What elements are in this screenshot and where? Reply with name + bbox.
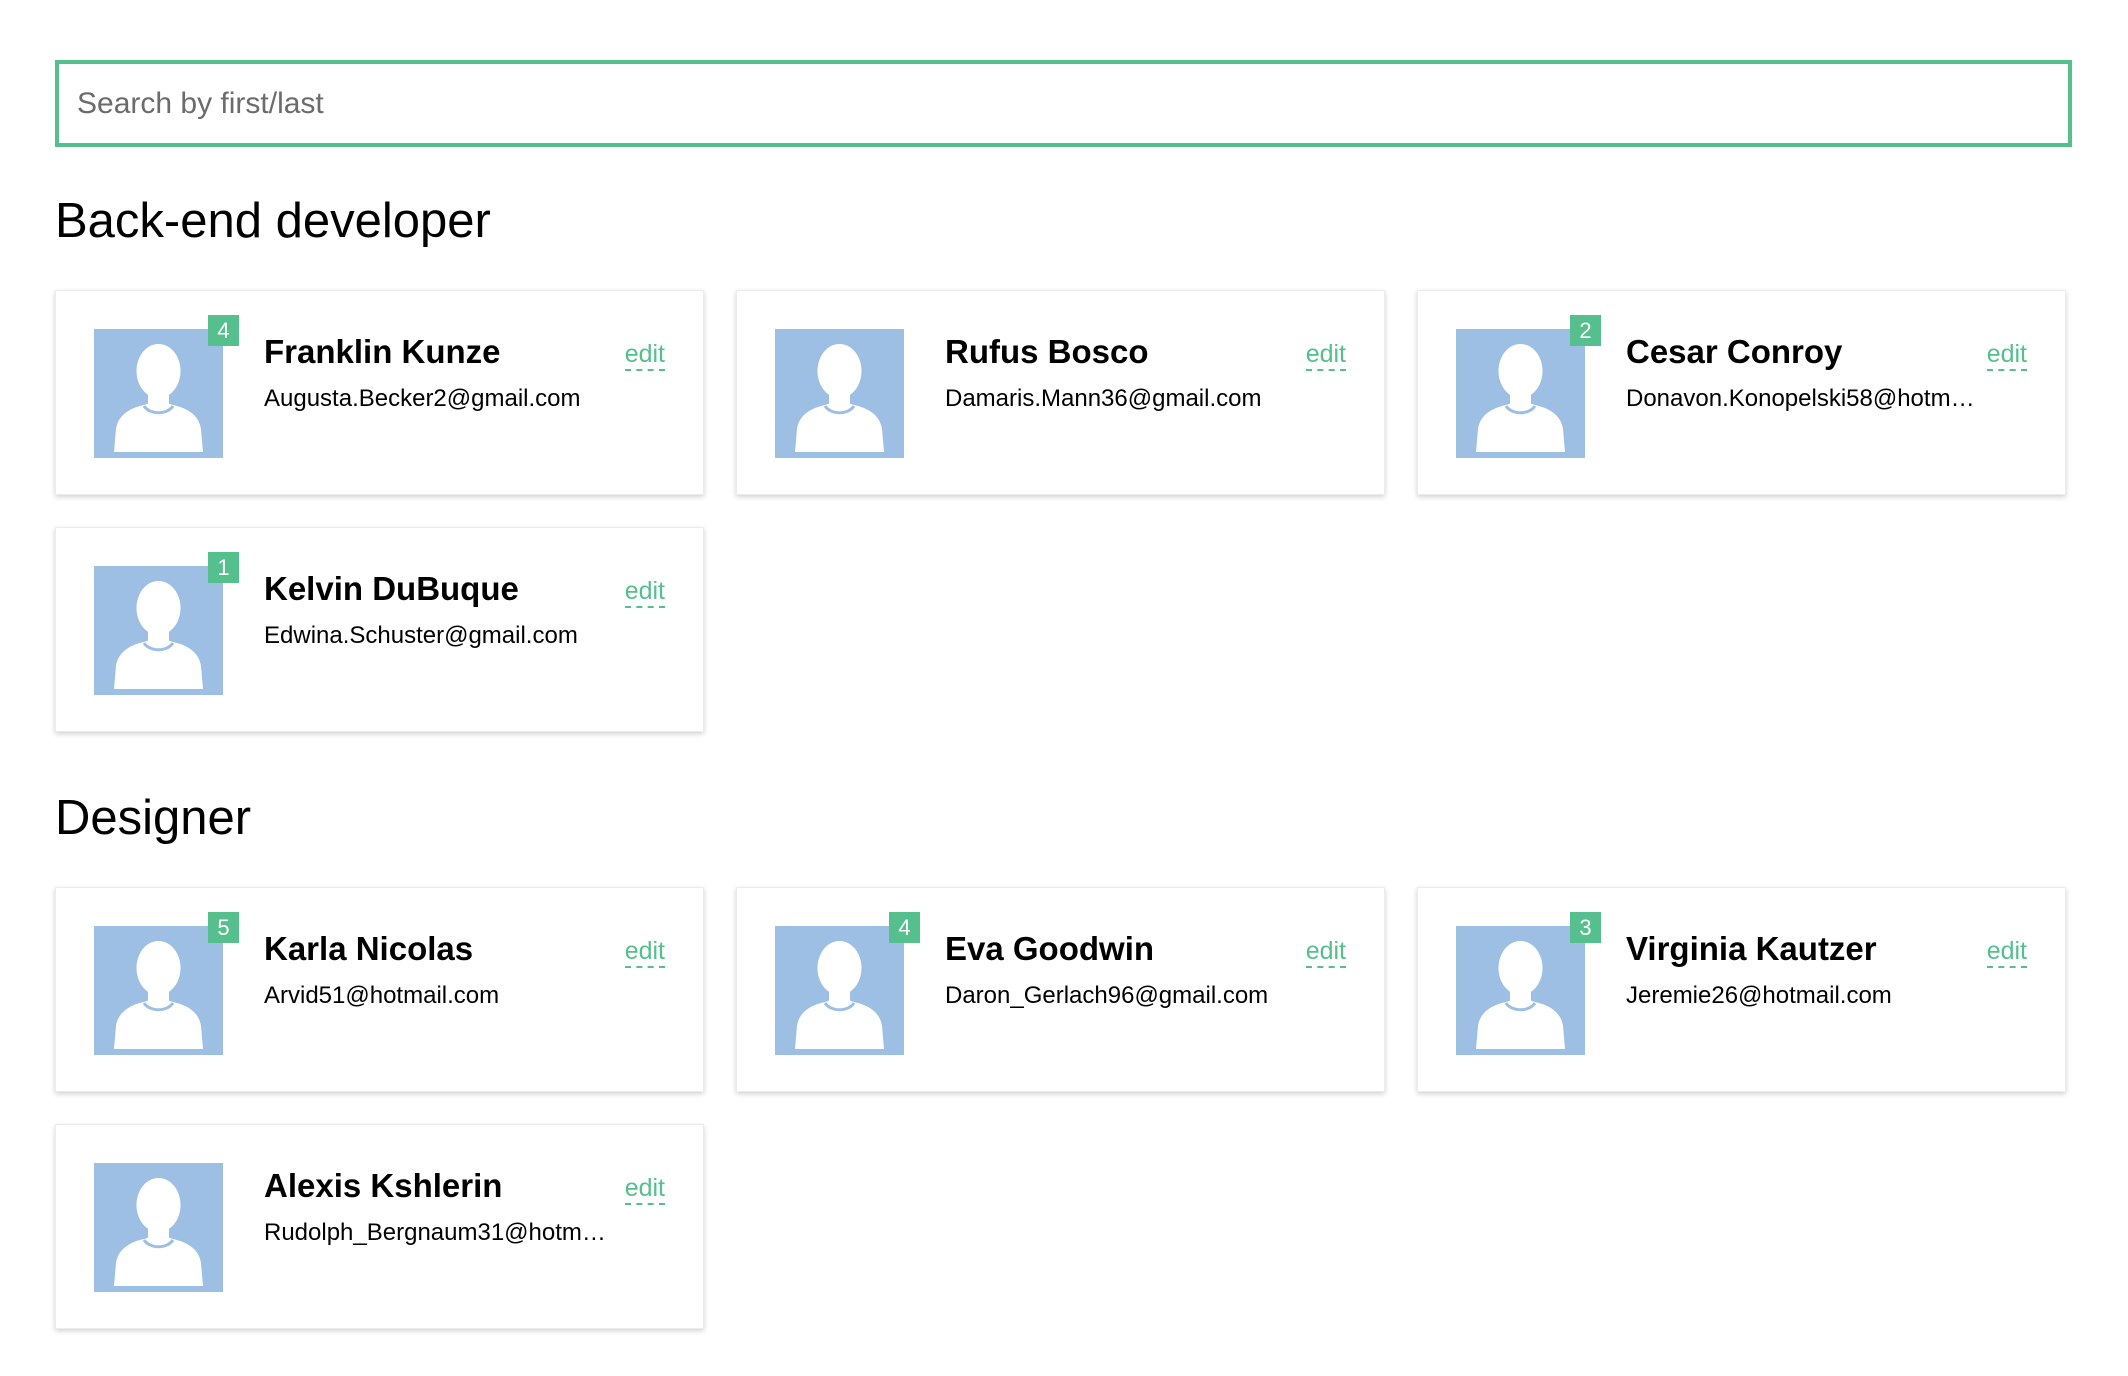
user-silhouette-icon bbox=[1476, 344, 1565, 452]
avatar bbox=[94, 566, 223, 695]
person-name: Cesar Conroy bbox=[1626, 333, 1843, 370]
person-card: 4 Franklin Kunze Augusta.Becker2@gmail.com… bbox=[55, 290, 704, 495]
count-badge: 3 bbox=[1570, 912, 1601, 943]
person-name: Karla Nicolas bbox=[264, 930, 474, 967]
edit-link[interactable]: edit bbox=[1986, 937, 2027, 968]
person-name: Eva Goodwin bbox=[945, 930, 1155, 967]
avatar bbox=[775, 329, 904, 458]
person-email: Damaris.Mann36@gmail.com bbox=[945, 385, 1262, 412]
count-badge: 4 bbox=[889, 912, 920, 943]
avatar bbox=[1456, 926, 1585, 1055]
avatar bbox=[94, 1163, 223, 1292]
avatar bbox=[94, 926, 223, 1055]
person-card: 3 Virginia Kautzer Jeremie26@hotmail.com ed… bbox=[1417, 887, 2066, 1092]
role-group: Back-end developer 4 Franklin Kunze Augusta… bbox=[55, 197, 2072, 732]
role-group: Designer 5 Karla Nicolas Arvid51@hotmail.co… bbox=[55, 794, 2072, 1329]
user-silhouette-icon bbox=[114, 1178, 203, 1286]
person-name: Rufus Bosco bbox=[945, 333, 1149, 370]
group-title: Back-end developer bbox=[55, 194, 491, 248]
user-silhouette-icon bbox=[114, 581, 203, 689]
user-silhouette-icon bbox=[1476, 941, 1565, 1049]
person-name: Kelvin DuBuque bbox=[264, 570, 519, 607]
count-badge: 5 bbox=[208, 912, 239, 943]
search-input[interactable] bbox=[55, 60, 2072, 147]
edit-link[interactable]: edit bbox=[1986, 340, 2027, 371]
person-email: Rudolph_Bergnaum31@hotmail.com bbox=[264, 1219, 619, 1246]
edit-link[interactable]: edit bbox=[1305, 937, 1346, 968]
count-badge: 2 bbox=[1570, 315, 1601, 346]
edit-link[interactable]: edit bbox=[624, 937, 665, 968]
avatar bbox=[94, 329, 223, 458]
app-root: Back-end developer 4 Franklin Kunze Augusta… bbox=[55, 60, 2072, 1329]
person-card: 5 Karla Nicolas Arvid51@hotmail.com edit bbox=[55, 887, 704, 1092]
person-name: Franklin Kunze bbox=[264, 333, 501, 370]
person-card: 2 Cesar Conroy Donavon.Konopelski58@hotmai… bbox=[1417, 290, 2066, 495]
person-email: Daron_Gerlach96@gmail.com bbox=[945, 982, 1269, 1009]
people-grid: 4 Franklin Kunze Augusta.Becker2@gmail.com… bbox=[55, 290, 2072, 732]
person-card: 4 Eva Goodwin Daron_Gerlach96@gmail.com edi… bbox=[736, 887, 1385, 1092]
edit-link[interactable]: edit bbox=[1305, 340, 1346, 371]
avatar bbox=[1456, 329, 1585, 458]
user-silhouette-icon bbox=[114, 344, 203, 452]
people-grid: 5 Karla Nicolas Arvid51@hotmail.com edit 4 Ev… bbox=[55, 887, 2072, 1329]
avatar bbox=[775, 926, 904, 1055]
group-title: Designer bbox=[55, 791, 252, 845]
count-badge: 4 bbox=[208, 315, 239, 346]
edit-link[interactable]: edit bbox=[624, 577, 665, 608]
person-email: Arvid51@hotmail.com bbox=[264, 982, 500, 1009]
edit-link[interactable]: edit bbox=[624, 340, 665, 371]
user-silhouette-icon bbox=[114, 941, 203, 1049]
user-silhouette-icon bbox=[795, 941, 884, 1049]
person-email: Jeremie26@hotmail.com bbox=[1626, 982, 1892, 1009]
edit-link[interactable]: edit bbox=[624, 1174, 665, 1205]
person-card: Rufus Bosco Damaris.Mann36@gmail.com edit bbox=[736, 290, 1385, 495]
person-name: Virginia Kautzer bbox=[1626, 930, 1877, 967]
person-email: Augusta.Becker2@gmail.com bbox=[264, 385, 581, 412]
count-badge: 1 bbox=[208, 552, 239, 583]
person-name: Alexis Kshlerin bbox=[264, 1167, 503, 1204]
group-list: Back-end developer 4 Franklin Kunze Augusta… bbox=[55, 197, 2072, 1329]
person-email: Donavon.Konopelski58@hotmail.com bbox=[1626, 385, 1981, 412]
person-card: Alexis Kshlerin Rudolph_Bergnaum31@hotmai… bbox=[55, 1124, 704, 1329]
user-silhouette-icon bbox=[795, 344, 884, 452]
person-email: Edwina.Schuster@gmail.com bbox=[264, 622, 578, 649]
person-card: 1 Kelvin DuBuque Edwina.Schuster@gmail.com… bbox=[55, 527, 704, 732]
